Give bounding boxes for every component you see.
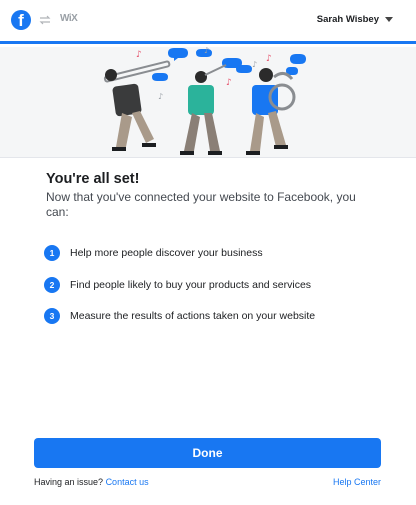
benefits-list: 1 Help more people discover your busines… <box>44 245 384 340</box>
trumpet-player <box>180 64 227 155</box>
svg-text:♪: ♪ <box>204 47 209 55</box>
step-number-badge: 2 <box>44 276 60 293</box>
bubble-icon <box>168 48 188 61</box>
step-number-badge: 3 <box>44 308 60 324</box>
facebook-logo-icon: f <box>11 10 31 30</box>
success-message: You're all set! Now that you've connecte… <box>46 171 376 220</box>
hero-illustration: ♪ ♪ ♪ ♪ ♪ ♪ <box>0 47 416 158</box>
wix-logo: WiX <box>60 13 78 24</box>
user-name: Sarah Wisbey <box>316 14 379 25</box>
step-number-badge: 1 <box>44 245 60 261</box>
band-illustration: ♪ ♪ ♪ ♪ ♪ ♪ <box>103 47 306 155</box>
sync-icon <box>39 15 51 25</box>
step-text: Help more people discover your business <box>70 247 263 259</box>
step-text: Measure the results of actions taken on … <box>70 310 316 322</box>
user-menu[interactable]: Sarah Wisbey <box>317 14 393 25</box>
svg-text:♪: ♪ <box>226 78 232 88</box>
svg-text:♪: ♪ <box>252 60 257 69</box>
caret-down-icon <box>385 17 393 22</box>
step-text: Find people likely to buy your products … <box>70 278 312 291</box>
svg-text:♪: ♪ <box>266 54 272 64</box>
bubble-icon <box>152 73 168 81</box>
footer: Having an issue? Contact us Help Center <box>34 477 381 487</box>
tuba-player <box>246 68 296 155</box>
issue-text: Having an issue? <box>34 477 104 487</box>
done-button[interactable]: Done <box>34 438 381 468</box>
list-item: 3 Measure the results of actions taken o… <box>44 308 384 324</box>
page-subtitle: Now that you've connected your website t… <box>46 190 356 219</box>
list-item: 1 Help more people discover your busines… <box>44 245 384 261</box>
bubble-icon <box>290 54 306 64</box>
contact-us-link[interactable]: Contact us <box>106 477 149 487</box>
top-bar: f WiX Sarah Wisbey <box>0 0 416 44</box>
svg-text:♪: ♪ <box>158 92 163 101</box>
bubble-icon <box>236 65 252 73</box>
page-title: You're all set! <box>46 171 140 187</box>
svg-text:♪: ♪ <box>136 50 142 60</box>
list-item: 2 Find people likely to buy your product… <box>44 276 384 293</box>
help-center-link[interactable]: Help Center <box>333 477 381 487</box>
issue-prompt: Having an issue? Contact us <box>34 477 149 487</box>
